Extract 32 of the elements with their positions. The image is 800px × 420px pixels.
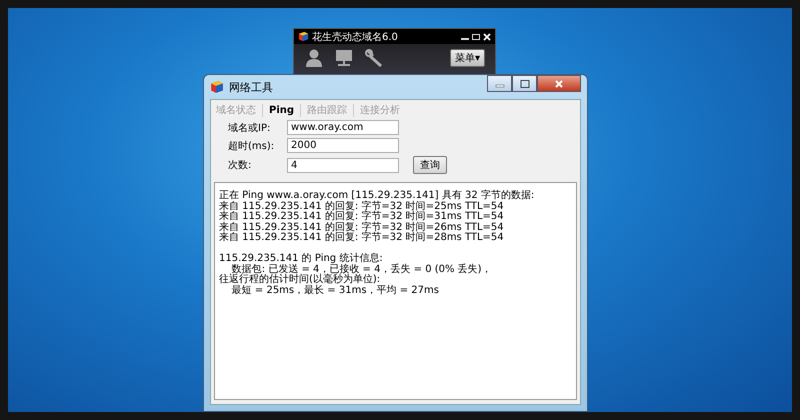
output-line: 来自 115.29.235.141 的回复: 字节=32 时间=25ms TTL=54: [219, 202, 505, 212]
input-field[interactable]: 2000: [287, 138, 399, 153]
input-field[interactable]: www.oray.com: [287, 120, 399, 135]
window-title: 网络工具: [229, 80, 273, 94]
output-line: 往返行程的估计时间(以毫秒为单位):: [219, 275, 380, 286]
close-icon[interactable]: [483, 32, 491, 40]
wrench-icon[interactable]: [364, 48, 384, 68]
monitor-icon[interactable]: [334, 48, 354, 68]
maximize-button[interactable]: [512, 75, 537, 92]
tab[interactable]: Ping: [269, 104, 294, 116]
maximize-icon: [520, 80, 530, 88]
output-line: 来自 115.29.235.141 的回复: 字节=32 时间=26ms TTL=54: [219, 222, 505, 233]
menu-button[interactable]: 菜单▾: [450, 49, 485, 67]
user-icon[interactable]: [304, 48, 324, 68]
minimize-button[interactable]: [487, 75, 512, 92]
close-icon: [554, 80, 564, 88]
output-line: 来自 115.29.235.141 的回复: 字节=32 时间=28ms TTL=54: [219, 233, 505, 244]
field-label: 域名或IP:: [228, 122, 272, 134]
maximize-icon[interactable]: [472, 32, 480, 40]
cube-logo-icon: [210, 80, 224, 94]
field-label: 超时(ms):: [228, 140, 276, 152]
output-line: 最短 = 25ms，最长 = 31ms，平均 = 27ms: [230, 286, 440, 296]
output-line: 数据包: 已发送 = 4，已接收 = 4，丢失 = 0 (0% 丢失)，: [232, 264, 493, 275]
input-field[interactable]: 4: [287, 158, 399, 172]
window-title: 花生壳动态域名6.0: [312, 30, 398, 44]
output-line: 来自 115.29.235.141 的回复: 字节=32 时间=31ms TTL=54: [219, 212, 505, 222]
close-button[interactable]: [537, 75, 581, 92]
field-label: 次数:: [228, 159, 252, 172]
output-line: 115.29.235.141 的 Ping 统计信息:: [219, 254, 384, 264]
cube-logo-icon: [298, 31, 309, 42]
query-button[interactable]: 查询: [413, 156, 447, 174]
output-line: 正在 Ping www.a.oray.com [115.29.235.141] 具有 32 字节的数据:: [219, 191, 536, 201]
